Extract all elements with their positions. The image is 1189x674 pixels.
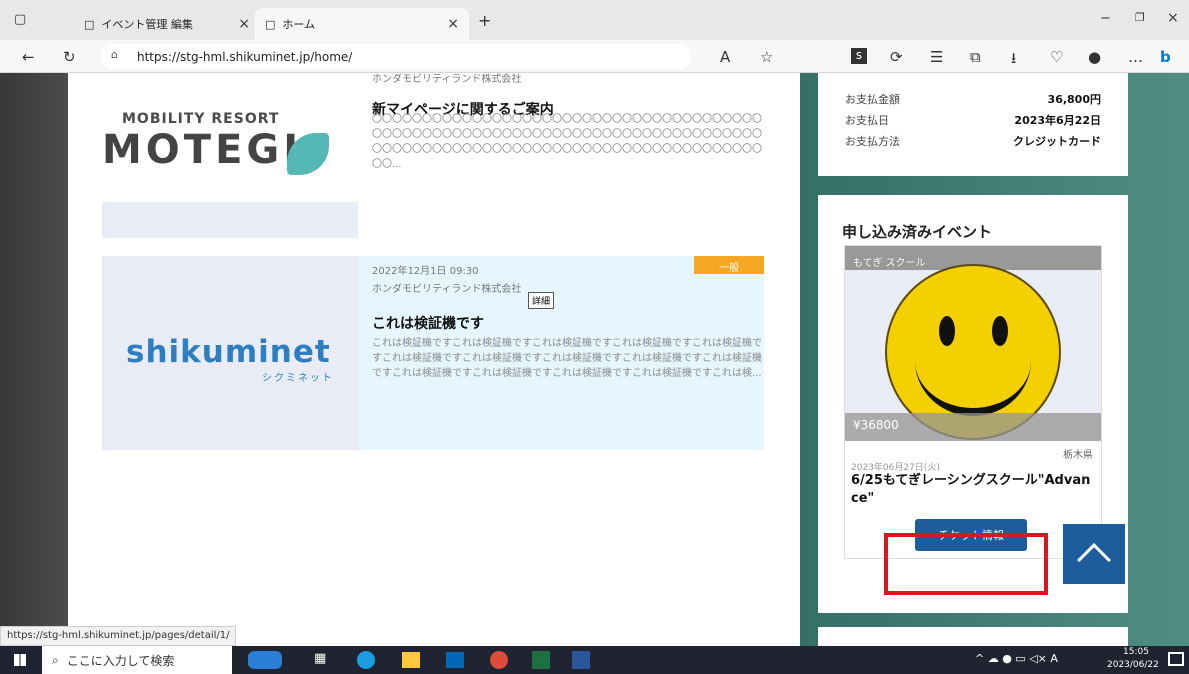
task-view-icon[interactable]: ▦ [314, 651, 326, 666]
tab-label: イベント管理 編集 [101, 18, 193, 31]
chevron-up-icon [1077, 543, 1111, 577]
tab-home[interactable]: □ ホーム × [255, 8, 469, 40]
avatar-icon[interactable]: ● [1088, 48, 1101, 66]
new-tab-icon[interactable]: + [478, 11, 491, 30]
clock-date: 2023/06/22 [1107, 660, 1159, 670]
tab-label: ホーム [282, 18, 316, 31]
event-location: 栃木県 [1063, 450, 1093, 461]
widget-icon[interactable] [248, 651, 282, 669]
event-image[interactable]: もてぎ スクール ¥36800 [845, 246, 1101, 441]
payment-date-row: お支払日 2023年6月22日 [845, 112, 1101, 128]
scroll-top-button[interactable] [1063, 524, 1125, 584]
browser-tab-bar: ▢ □ イベント管理 編集 × □ ホーム × + − ❐ × [0, 0, 1189, 40]
page-icon: □ [84, 17, 95, 31]
close-icon[interactable]: × [447, 16, 459, 32]
article-excerpt: 〇〇〇〇〇〇〇〇〇〇〇〇〇〇〇〇〇〇〇〇〇〇〇〇〇〇〇〇〇〇〇〇〇〇〇〇〇〇〇〇… [372, 114, 762, 170]
file-explorer-icon[interactable] [402, 652, 420, 668]
payment-date-value: 2023年6月22日 [1014, 114, 1101, 127]
shikuminet-logo: shikuminet シクミネット [102, 256, 358, 450]
detail-tooltip: 詳細 [528, 292, 555, 309]
url-text: https://stg-hml.shikuminet.jp/home/ [137, 49, 353, 64]
chrome-icon[interactable] [490, 651, 508, 669]
refresh-extension-icon[interactable]: ⟳ [890, 48, 903, 66]
store-icon[interactable] [446, 652, 464, 668]
payment-card: お支払金額 36,800円 お支払日 2023年6月22日 お支払方法 クレジッ… [818, 73, 1128, 176]
word-icon[interactable] [572, 651, 590, 669]
payment-amount-label: お支払金額 [845, 93, 900, 106]
status-url: https://stg-hml.shikuminet.jp/pages/deta… [7, 630, 230, 641]
edge-icon[interactable] [357, 651, 375, 669]
page-icon: □ [265, 17, 276, 31]
taskbar-search[interactable]: ⌕ ここに入力して検索 [42, 646, 232, 674]
bing-icon[interactable]: b [1160, 48, 1171, 66]
logo-placeholder [102, 202, 358, 238]
event-card[interactable]: もてぎ スクール ¥36800 栃木県 2023年06月27日(火) 6/25も… [844, 245, 1102, 559]
restore-icon[interactable]: ❐ [1135, 11, 1145, 24]
read-aloud-icon[interactable]: A [720, 48, 730, 66]
payment-amount-value: 36,800円 [1047, 93, 1101, 106]
download-icon[interactable]: ⭳ [1011, 48, 1016, 73]
minimize-icon[interactable]: − [1100, 11, 1111, 26]
close-icon[interactable]: × [238, 16, 250, 32]
category-badge: 一般 [694, 256, 764, 274]
favorites-icon[interactable]: ☰ [930, 48, 943, 66]
highlight-annotation [884, 533, 1048, 595]
article-excerpt: これは検証機ですこれは検証機ですこれは検証機ですこれは検証機ですこれは検証機です… [372, 338, 762, 379]
event-title[interactable]: 6/25もてぎレーシングスクール"Advance" [851, 472, 1097, 508]
more-icon[interactable]: … [1128, 48, 1143, 66]
extension-icon[interactable]: s [851, 48, 867, 64]
page-info-icon[interactable]: ⌂ [111, 48, 118, 61]
payment-date-label: お支払日 [845, 114, 889, 127]
performance-icon[interactable]: ♡ [1050, 48, 1063, 66]
clock-time: 15:05 [1123, 647, 1149, 657]
next-card [818, 627, 1128, 646]
logo-line1: MOBILITY RESORT [122, 111, 280, 127]
sidebar-toggle-icon[interactable]: ▢ [14, 12, 26, 27]
address-input[interactable]: ⌂ https://stg-hml.shikuminet.jp/home/ [101, 44, 691, 69]
payment-method-label: お支払方法 [845, 135, 900, 148]
refresh-icon[interactable]: ↻ [63, 48, 76, 66]
collections-icon[interactable]: ⧉ [970, 48, 981, 66]
system-tray: ^ ☁ ● ▭ ◁× A [975, 652, 1058, 665]
tab-event-manage[interactable]: □ イベント管理 編集 × [74, 8, 260, 40]
payment-amount-row: お支払金額 36,800円 [845, 91, 1101, 107]
logo-subtitle: シクミネット [262, 373, 334, 384]
company: ホンダモビリティランド株式会社 [372, 74, 522, 85]
windows-start-icon[interactable] [14, 654, 26, 666]
section-title: 申し込み済みイベント [842, 223, 993, 241]
event-price: ¥36800 [845, 413, 1101, 441]
logo-text: shikuminet [126, 334, 331, 370]
favorite-star-icon[interactable]: ☆ [760, 48, 773, 66]
notification-icon[interactable] [1168, 652, 1184, 666]
payment-method-row: お支払方法 クレジットカード [845, 133, 1101, 149]
logo-line2: MOTEGI [102, 127, 303, 173]
article-title[interactable]: これは検証機です [372, 313, 484, 333]
event-category-tag: もてぎ スクール [853, 258, 926, 269]
taskbar: ⌕ ここに入力して検索 ▦ ^ ☁ ● ▭ ◁× A 15:05 2023/06… [0, 646, 1189, 674]
payment-method-value: クレジットカード [1013, 135, 1101, 148]
article-date: 2022年12月1日 09:30 [372, 266, 479, 277]
search-placeholder: ここに入力して検索 [66, 653, 175, 668]
back-icon[interactable]: ← [22, 48, 35, 66]
excel-icon[interactable] [532, 651, 550, 669]
status-url-bar: https://stg-hml.shikuminet.jp/pages/deta… [0, 626, 237, 646]
search-icon: ⌕ [52, 652, 59, 667]
address-toolbar: ← ↻ ⌂ https://stg-hml.shikuminet.jp/home… [0, 40, 1189, 73]
window-close-icon[interactable]: × [1167, 10, 1179, 26]
smile-mouth [915, 306, 1031, 416]
company: ホンダモビリティランド株式会社 [372, 284, 522, 295]
